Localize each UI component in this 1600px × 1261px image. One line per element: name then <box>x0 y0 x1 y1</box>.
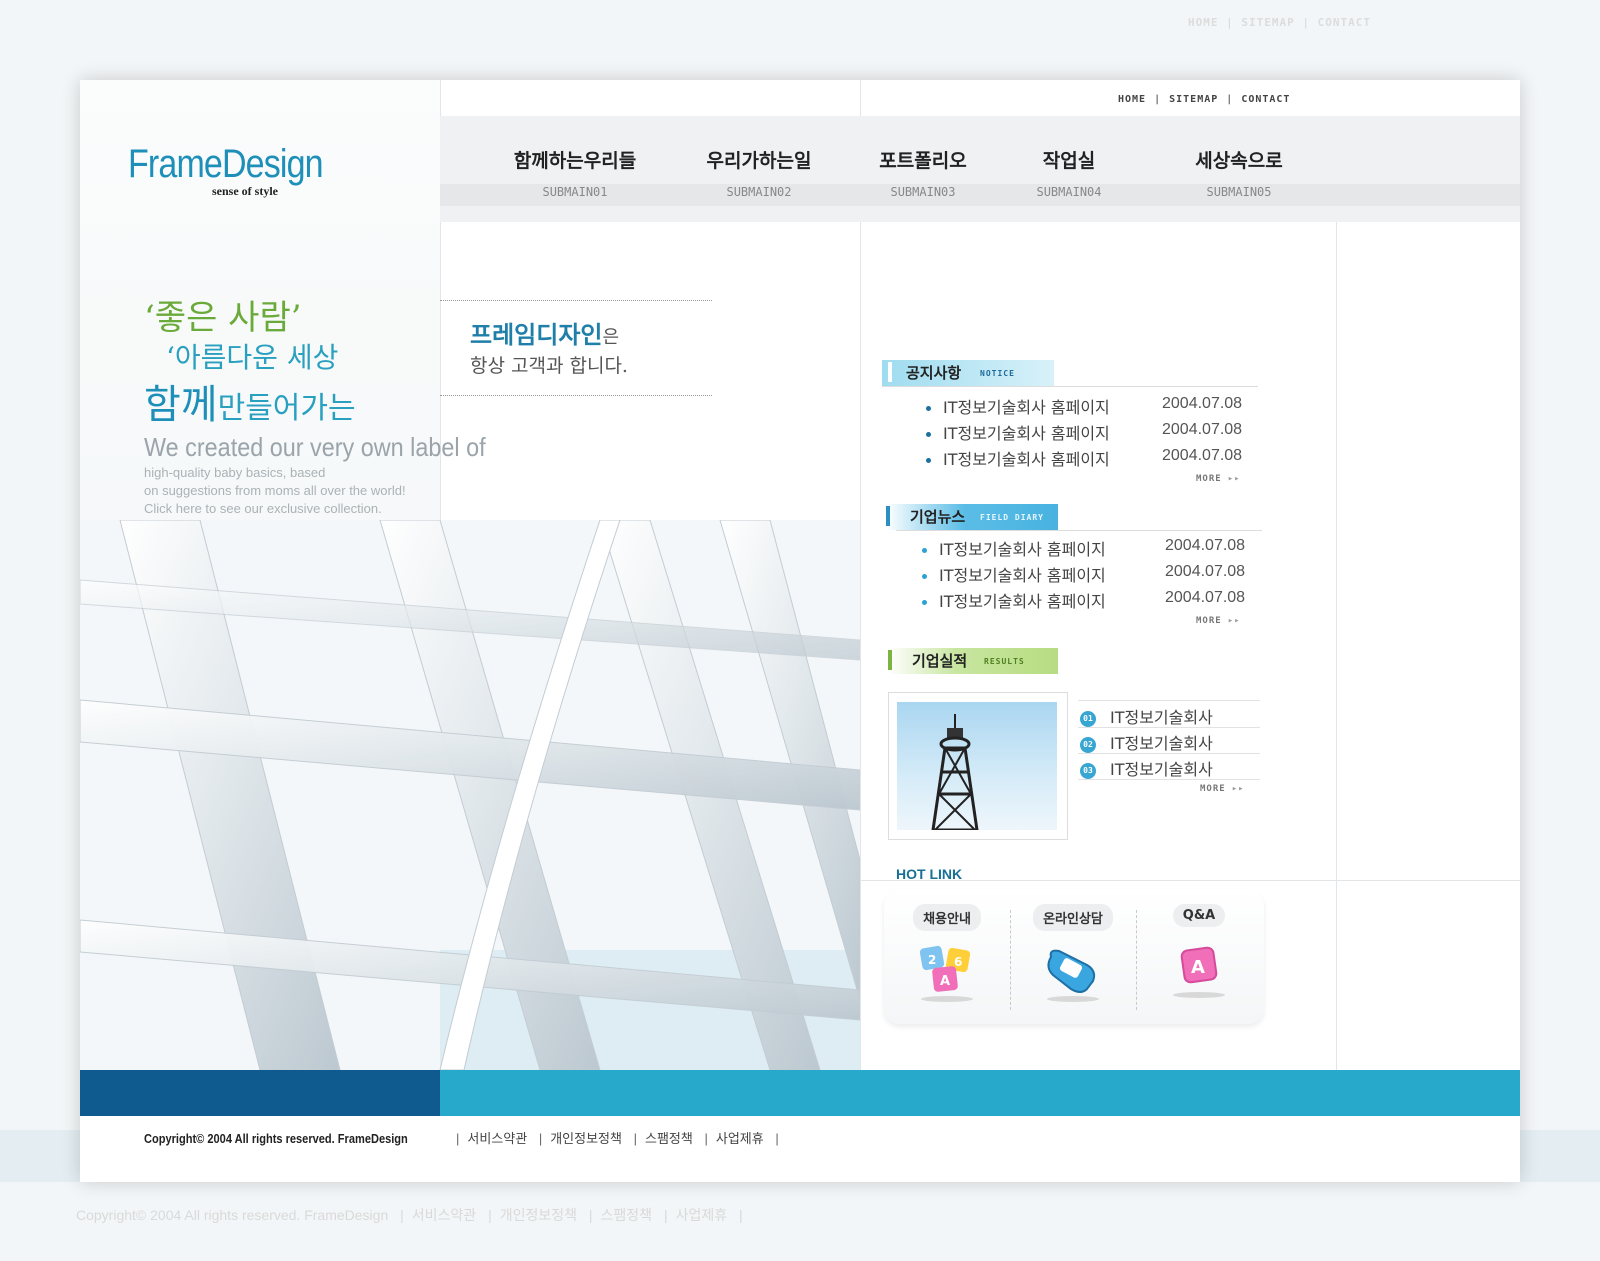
echo-footer: Copyright© 2004 All rights reserved. Fra… <box>76 1207 743 1223</box>
copyright: Copyright© 2004 All rights reserved. Fra… <box>144 1131 408 1146</box>
news-title: 기업뉴스 <box>910 508 966 526</box>
news-date: 2004.07.08 <box>1165 589 1246 606</box>
slogan-line-1: ‘좋은 사람’ <box>144 298 302 338</box>
notice-header: 공지사항 NOTICE <box>882 360 1282 387</box>
nav-sub-label: SUBMAIN02 <box>726 185 792 199</box>
nav-sub-label: SUBMAIN05 <box>1206 185 1272 199</box>
hotlink-qa[interactable]: Q&A A <box>1136 904 1262 999</box>
hero-image <box>80 520 860 1070</box>
hotlink-title: HOT LINK <box>896 866 963 882</box>
nav-label: 작업실 <box>1042 150 1096 172</box>
abc-blocks-icon: 2 6 A <box>919 945 973 1002</box>
tagline: 프레임디자인은 항상 고객과 합니다. <box>440 300 712 396</box>
logo-title: FrameDesign <box>128 142 324 186</box>
footer-band-dark <box>80 1070 440 1116</box>
news-item-2[interactable]: IT정보기술회사 홈페이지 <box>922 562 1106 586</box>
hotlink-consult[interactable]: 온라인상담 <box>1010 904 1136 1003</box>
notice-more-link[interactable]: MORE ▸▸ <box>1196 474 1241 484</box>
page-frame: FrameDesign sense of style HOME | SITEMAP |… <box>80 80 1520 1182</box>
news-en: FIELD DIARY <box>980 513 1044 522</box>
notice-item-3[interactable]: IT정보기술회사 홈페이지 <box>926 446 1110 470</box>
nav-item-3[interactable]: 포트폴리오 SUBMAIN03 <box>838 146 1008 199</box>
grid-line <box>1336 116 1337 1070</box>
logo-subtitle: sense of style <box>212 184 278 198</box>
sitemap-link[interactable]: SITEMAP <box>1169 94 1218 105</box>
result-item-2[interactable]: 02 IT정보기술회사 <box>1080 730 1213 754</box>
utility-nav: HOME | SITEMAP | CONTACT <box>1118 94 1291 105</box>
logo[interactable]: FrameDesign sense of style <box>128 142 357 198</box>
nav-item-2[interactable]: 우리가하는일 SUBMAIN02 <box>674 146 844 199</box>
result-item-1[interactable]: 01 IT정보기술회사 <box>1080 704 1213 728</box>
hero-english-title: We created our very own label of <box>144 432 486 462</box>
grid-line <box>860 80 861 1070</box>
phone-icon <box>1047 949 1099 1002</box>
news-more-link[interactable]: MORE ▸▸ <box>1196 616 1241 626</box>
results-header: 기업실적 RESULTS <box>888 648 1288 674</box>
nav-sub-label: SUBMAIN01 <box>542 185 608 199</box>
svg-text:A: A <box>1191 957 1205 978</box>
results-photo-frame[interactable] <box>888 692 1068 840</box>
tagline-line-2: 항상 고객과 합니다. <box>470 355 628 377</box>
hotlink-label: 온라인상담 <box>1033 904 1113 931</box>
news-item-1[interactable]: IT정보기술회사 홈페이지 <box>922 536 1106 560</box>
nav-label: 세상속으로 <box>1195 150 1283 172</box>
notice-item-1[interactable]: IT정보기술회사 홈페이지 <box>926 394 1110 418</box>
hero-english-body[interactable]: high-quality baby basics, based on sugge… <box>144 464 406 518</box>
qa-block-icon: A <box>1173 946 1225 998</box>
news-header: 기업뉴스 FIELD DIARY <box>886 504 1286 531</box>
nav-label: 포트폴리오 <box>879 150 967 172</box>
main-nav: 함께하는우리들 SUBMAIN01 우리가하는일 SUBMAIN02 포트폴리오… <box>440 116 1520 222</box>
tagline-line-1: 프레임디자인은 <box>470 321 620 349</box>
nav-sub-label: SUBMAIN04 <box>1036 185 1102 199</box>
hotlink-label: Q&A <box>1172 904 1226 927</box>
hotlink-panel: 채용안내 2 6 A 온라인상담 Q&A A <box>884 890 1264 1024</box>
notice-en: NOTICE <box>980 369 1015 378</box>
nav-item-4[interactable]: 작업실 SUBMAIN04 <box>984 146 1154 199</box>
results-title: 기업실적 <box>912 652 968 670</box>
notice-item-2[interactable]: IT정보기술회사 홈페이지 <box>926 420 1110 444</box>
nav-item-1[interactable]: 함께하는우리들 SUBMAIN01 <box>490 146 660 199</box>
news-item-3[interactable]: IT정보기술회사 홈페이지 <box>922 588 1106 612</box>
glass-roof-illustration <box>80 520 860 1070</box>
tower-icon <box>931 714 979 830</box>
nav-item-5[interactable]: 세상속으로 SUBMAIN05 <box>1154 146 1324 199</box>
footer-link-terms[interactable]: 서비스약관 <box>467 1131 527 1146</box>
news-date: 2004.07.08 <box>1165 537 1246 554</box>
home-link[interactable]: HOME <box>1118 94 1146 105</box>
footer-band-light <box>440 1070 1520 1116</box>
notice-date: 2004.07.08 <box>1162 447 1243 464</box>
news-date: 2004.07.08 <box>1165 563 1246 580</box>
slogan-line-3: 함께만들어가는 <box>144 382 356 428</box>
svg-text:2: 2 <box>928 953 936 967</box>
notice-date: 2004.07.08 <box>1162 421 1243 438</box>
tower-photo <box>897 702 1057 830</box>
contact-link[interactable]: CONTACT <box>1241 94 1290 105</box>
nav-sub-label: SUBMAIN03 <box>890 185 956 199</box>
svg-text:A: A <box>940 974 950 989</box>
result-item-3[interactable]: 03 IT정보기술회사 <box>1080 756 1213 780</box>
echo-util-nav: HOME | SITEMAP | CONTACT <box>1188 16 1371 29</box>
results-more-link[interactable]: MORE ▸▸ <box>1200 784 1245 794</box>
results-en: RESULTS <box>984 657 1025 666</box>
footer-link-partnership[interactable]: 사업제휴 <box>716 1131 764 1146</box>
hotlink-label: 채용안내 <box>913 904 981 931</box>
svg-text:6: 6 <box>954 955 962 969</box>
notice-title: 공지사항 <box>906 364 962 382</box>
footer-link-privacy[interactable]: 개인정보정책 <box>550 1131 622 1146</box>
notice-date: 2004.07.08 <box>1162 395 1243 412</box>
slogan-line-2: ‘아름다운 세상 <box>166 341 339 374</box>
nav-label: 함께하는우리들 <box>513 150 637 172</box>
footer-link-spam[interactable]: 스팸정책 <box>645 1131 693 1146</box>
nav-label: 우리가하는일 <box>706 150 812 172</box>
footer: Copyright© 2004 All rights reserved. Fra… <box>144 1131 779 1146</box>
hotlink-recruit[interactable]: 채용안내 2 6 A <box>884 904 1010 1003</box>
